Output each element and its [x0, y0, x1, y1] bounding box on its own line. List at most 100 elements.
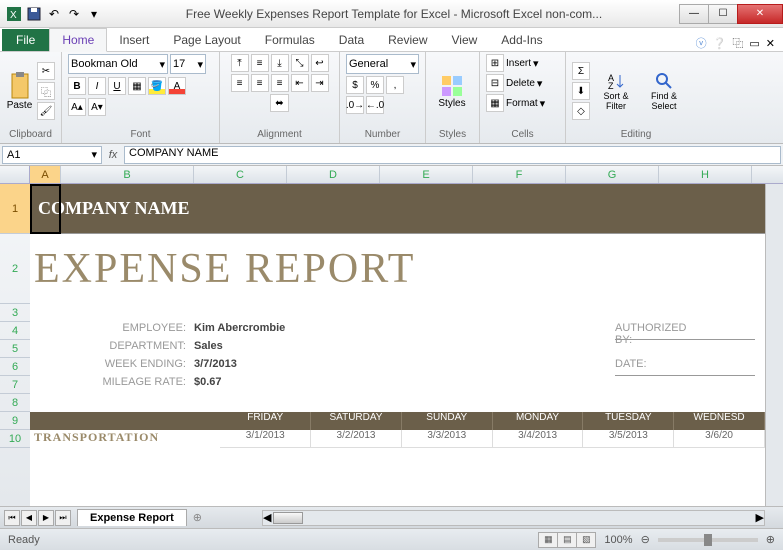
tab-view[interactable]: View [440, 29, 490, 51]
date-row[interactable]: TRANSPORTATION 3/1/2013 3/2/2013 3/3/201… [30, 430, 765, 448]
department-row[interactable]: DEPARTMENT: Sales [30, 340, 765, 358]
decrease-decimal-icon[interactable]: ←.0 [366, 96, 384, 114]
tab-review[interactable]: Review [376, 29, 439, 51]
grid[interactable]: COMPANY NAME EXPENSE REPORT EMPLOYEE: Ki… [30, 184, 765, 506]
window-close-icon[interactable]: ✕ [766, 37, 775, 50]
col-header-a[interactable]: A [30, 166, 61, 183]
grow-font-icon[interactable]: A▴ [68, 98, 86, 116]
percent-icon[interactable]: % [366, 76, 384, 94]
tab-data[interactable]: Data [327, 29, 376, 51]
font-size-combo[interactable]: 17▾ [170, 54, 206, 74]
row-header-8[interactable]: 8 [0, 394, 30, 412]
tab-page-layout[interactable]: Page Layout [161, 29, 252, 51]
window-restore-icon[interactable]: ⿻ [732, 35, 743, 51]
bold-button[interactable]: B [68, 77, 86, 95]
formula-input[interactable]: COMPANY NAME [124, 146, 781, 164]
minimize-ribbon-icon[interactable]: ⓥ [696, 35, 707, 51]
row-header-6[interactable]: 6 [0, 358, 30, 376]
autosum-icon[interactable]: Σ [572, 62, 590, 80]
col-header-b[interactable]: B [61, 166, 194, 183]
tab-home[interactable]: Home [49, 28, 107, 52]
delete-cells-icon[interactable]: ⊟ [486, 74, 504, 92]
row-3[interactable] [30, 304, 765, 322]
tab-nav-first[interactable]: ⏮ [4, 510, 20, 526]
vertical-scrollbar[interactable] [765, 184, 783, 506]
undo-icon[interactable]: ↶ [46, 6, 62, 22]
shrink-font-icon[interactable]: A▾ [88, 98, 106, 116]
page-break-view-button[interactable]: ▧ [576, 532, 596, 548]
col-header-f[interactable]: F [473, 166, 566, 183]
row-header-3[interactable]: 3 [0, 304, 30, 322]
tab-nav-last[interactable]: ⏭ [55, 510, 71, 526]
redo-icon[interactable]: ↷ [66, 6, 82, 22]
scroll-left-icon[interactable]: ◀ [263, 511, 271, 524]
page-layout-view-button[interactable]: ▤ [557, 532, 577, 548]
tab-addins[interactable]: Add-Ins [489, 29, 554, 51]
italic-button[interactable]: I [88, 77, 106, 95]
report-title-cell[interactable]: EXPENSE REPORT [30, 234, 765, 304]
insert-label[interactable]: Insert [506, 58, 531, 69]
chevron-down-icon[interactable]: ▾ [533, 57, 539, 70]
font-color-button[interactable]: A [168, 77, 186, 95]
fill-color-button[interactable]: 🪣 [148, 77, 166, 95]
border-button[interactable]: ▦ [128, 77, 146, 95]
sheet-tab-expense-report[interactable]: Expense Report [77, 509, 187, 526]
zoom-slider[interactable] [658, 538, 758, 542]
close-button[interactable]: ✕ [737, 4, 783, 24]
row-header-1[interactable]: 1 [0, 184, 30, 234]
zoom-out-button[interactable]: ⊖ [641, 533, 650, 546]
cut-icon[interactable]: ✂ [37, 62, 55, 80]
select-all-corner[interactable] [0, 166, 30, 183]
wrap-text-icon[interactable]: ↩ [311, 54, 329, 72]
day-header-row[interactable]: FRIDAY SATURDAY SUNDAY MONDAY TUESDAY WE… [30, 412, 765, 430]
company-name-cell[interactable]: COMPANY NAME [30, 184, 765, 234]
tab-nav-next[interactable]: ▶ [38, 510, 54, 526]
scroll-thumb[interactable] [273, 512, 303, 524]
copy-icon[interactable]: ⿻ [37, 82, 55, 100]
find-select-button[interactable]: Find & Select [642, 59, 686, 123]
tab-nav-prev[interactable]: ◀ [21, 510, 37, 526]
insert-cells-icon[interactable]: ⊞ [486, 54, 504, 72]
col-header-e[interactable]: E [380, 166, 473, 183]
chevron-down-icon[interactable]: ▾ [537, 77, 543, 90]
row-header-9[interactable]: 9 [0, 412, 30, 430]
row-header-2[interactable]: 2 [0, 234, 30, 304]
align-top-icon[interactable]: ⤒ [231, 54, 249, 72]
row-header-10[interactable]: 10 [0, 430, 30, 448]
col-header-h[interactable]: H [659, 166, 752, 183]
tab-formulas[interactable]: Formulas [253, 29, 327, 51]
row-8[interactable] [30, 394, 765, 412]
paste-button[interactable]: Paste [6, 59, 33, 123]
file-tab[interactable]: File [2, 29, 49, 51]
increase-decimal-icon[interactable]: .0→ [346, 96, 364, 114]
row-header-7[interactable]: 7 [0, 376, 30, 394]
comma-icon[interactable]: , [386, 76, 404, 94]
save-icon[interactable] [26, 6, 42, 22]
employee-row[interactable]: EMPLOYEE: Kim Abercrombie AUTHORIZED BY: [30, 322, 765, 340]
align-left-icon[interactable]: ≡ [231, 74, 249, 92]
help-icon[interactable]: ❔ [713, 37, 727, 50]
zoom-level[interactable]: 100% [604, 534, 632, 546]
maximize-button[interactable]: ☐ [708, 4, 738, 24]
increase-indent-icon[interactable]: ⇥ [311, 74, 329, 92]
align-center-icon[interactable]: ≡ [251, 74, 269, 92]
col-header-d[interactable]: D [287, 166, 380, 183]
col-header-g[interactable]: G [566, 166, 659, 183]
zoom-in-button[interactable]: ⊕ [766, 533, 775, 546]
merge-button[interactable]: ⬌ [270, 94, 288, 112]
format-painter-icon[interactable]: 🖌 [37, 102, 55, 120]
align-middle-icon[interactable]: ≡ [251, 54, 269, 72]
format-label[interactable]: Format [506, 98, 538, 109]
mileage-row[interactable]: MILEAGE RATE: $0.67 [30, 376, 765, 394]
qat-dropdown-icon[interactable]: ▾ [86, 6, 102, 22]
row-header-5[interactable]: 5 [0, 340, 30, 358]
new-sheet-icon[interactable]: ⊕ [193, 511, 202, 524]
currency-icon[interactable]: $ [346, 76, 364, 94]
fill-icon[interactable]: ⬇ [572, 82, 590, 100]
week-ending-row[interactable]: WEEK ENDING: 3/7/2013 DATE: [30, 358, 765, 376]
minimize-button[interactable]: — [679, 4, 709, 24]
align-right-icon[interactable]: ≡ [271, 74, 289, 92]
clear-icon[interactable]: ◇ [572, 102, 590, 120]
align-bottom-icon[interactable]: ⤓ [271, 54, 289, 72]
orientation-icon[interactable]: ⤡ [291, 54, 309, 72]
